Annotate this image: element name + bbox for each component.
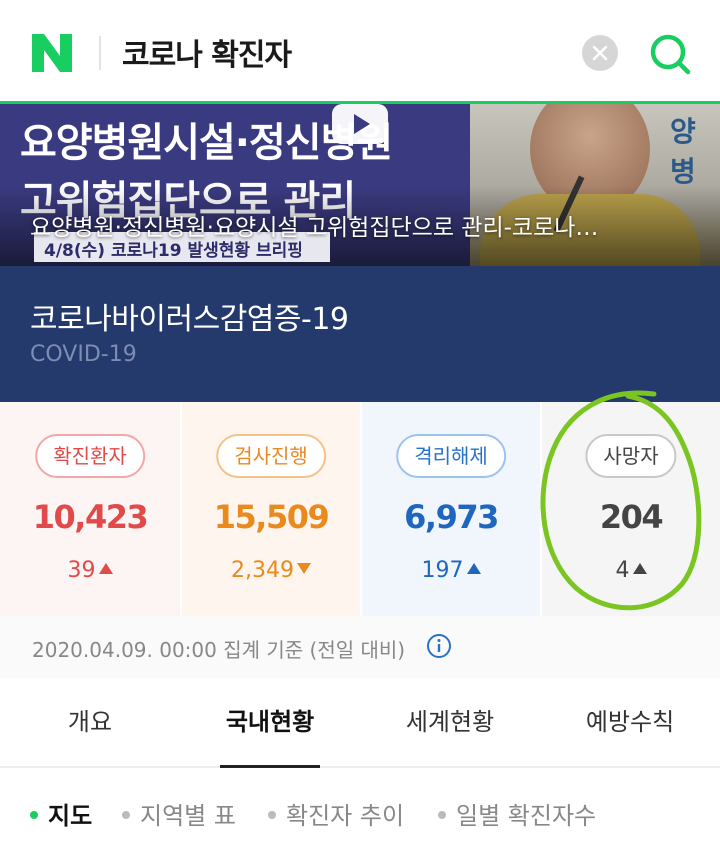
stat-delta: 39 (0, 558, 180, 583)
triangle-up-icon (98, 563, 113, 574)
stat-delta: 4 (542, 558, 720, 583)
subnav-label: 확진자 추이 (286, 802, 405, 830)
section-tabs: 개요 국내현황 세계현황 예방수칙 (0, 678, 720, 768)
stat-label: 격리해제 (396, 434, 506, 478)
bullet-dot (30, 811, 38, 819)
tab-world-status[interactable]: 세계현황 (360, 678, 540, 766)
disease-title: 코로나바이러스감염증-19 (30, 302, 349, 337)
delta-value: 2,349 (231, 558, 294, 583)
stat-value: 10,423 (32, 498, 149, 536)
triangle-up-icon (466, 563, 481, 574)
delta-value: 4 (615, 558, 630, 583)
triangle-down-icon (296, 563, 311, 574)
disease-title-block: 코로나바이러스감염증-19 COVID-19 (0, 266, 720, 402)
subnav-regional-table[interactable]: 지역별 표 (122, 796, 236, 831)
bullet-dot (438, 811, 446, 819)
delta-value: 39 (67, 558, 96, 583)
header-divider (99, 36, 101, 70)
backdrop-sign: 양병 (670, 115, 696, 188)
stat-value: 15,509 (213, 498, 330, 536)
data-basis-text: 2020.04.09. 00:00 집계 기준 (전일 대비) (32, 638, 406, 662)
naver-logo-icon[interactable] (30, 32, 74, 74)
video-caption[interactable]: 요양병원·정신병원·요양시설 고위험집단으로 관리-코로나… (30, 208, 690, 242)
stat-delta: 197 (362, 558, 540, 583)
search-header: 코로나 확진자 (0, 0, 720, 104)
stat-label: 확진환자 (35, 434, 145, 478)
search-query-input[interactable]: 코로나 확진자 (122, 30, 292, 74)
stats-panel: 확진환자 10,423 39 검사진행 15,509 2,349 격리해제 6,… (0, 402, 720, 616)
subnav-confirmed-trend[interactable]: 확진자 추이 (268, 796, 404, 831)
tab-domestic-status[interactable]: 국내현황 (180, 678, 360, 768)
tab-prevention-rules[interactable]: 예방수칙 (540, 678, 720, 766)
search-icon[interactable] (646, 30, 694, 78)
triangle-up-icon (632, 563, 647, 574)
stat-value: 204 (599, 498, 664, 536)
bullet-dot (122, 811, 130, 819)
sub-navigation: 지도 지역별 표 확진자 추이 일별 확진자수 (0, 770, 720, 852)
stat-deaths[interactable]: 사망자 204 4 (540, 402, 720, 616)
stat-released[interactable]: 격리해제 6,973 197 (360, 402, 540, 616)
news-video-banner[interactable]: 요양병원시설·정신병원 고위험집단으로 관리 양병 4/8(수) 코로나19 발… (0, 104, 720, 266)
info-icon[interactable] (426, 633, 452, 659)
data-basis-row: 2020.04.09. 00:00 집계 기준 (전일 대비) (0, 616, 720, 678)
play-icon[interactable] (332, 104, 388, 144)
subnav-label: 지역별 표 (140, 802, 236, 830)
close-icon (592, 45, 608, 61)
disease-subtitle: COVID-19 (30, 342, 137, 367)
bullet-dot (268, 811, 276, 819)
subnav-map[interactable]: 지도 (30, 796, 92, 831)
delta-value: 197 (421, 558, 464, 583)
stat-confirmed[interactable]: 확진환자 10,423 39 (0, 402, 180, 616)
stat-delta: 2,349 (182, 558, 360, 583)
tab-overview[interactable]: 개요 (0, 678, 180, 766)
stat-testing[interactable]: 검사진행 15,509 2,349 (180, 402, 360, 616)
subnav-label: 지도 (48, 802, 93, 830)
clear-search-button[interactable] (582, 35, 618, 71)
stat-value: 6,973 (404, 498, 499, 536)
subnav-daily-confirmed[interactable]: 일별 확진자수 (438, 796, 596, 831)
subnav-label: 일별 확진자수 (456, 802, 597, 830)
stat-label: 사망자 (585, 434, 677, 478)
stat-label: 검사진행 (216, 434, 326, 478)
